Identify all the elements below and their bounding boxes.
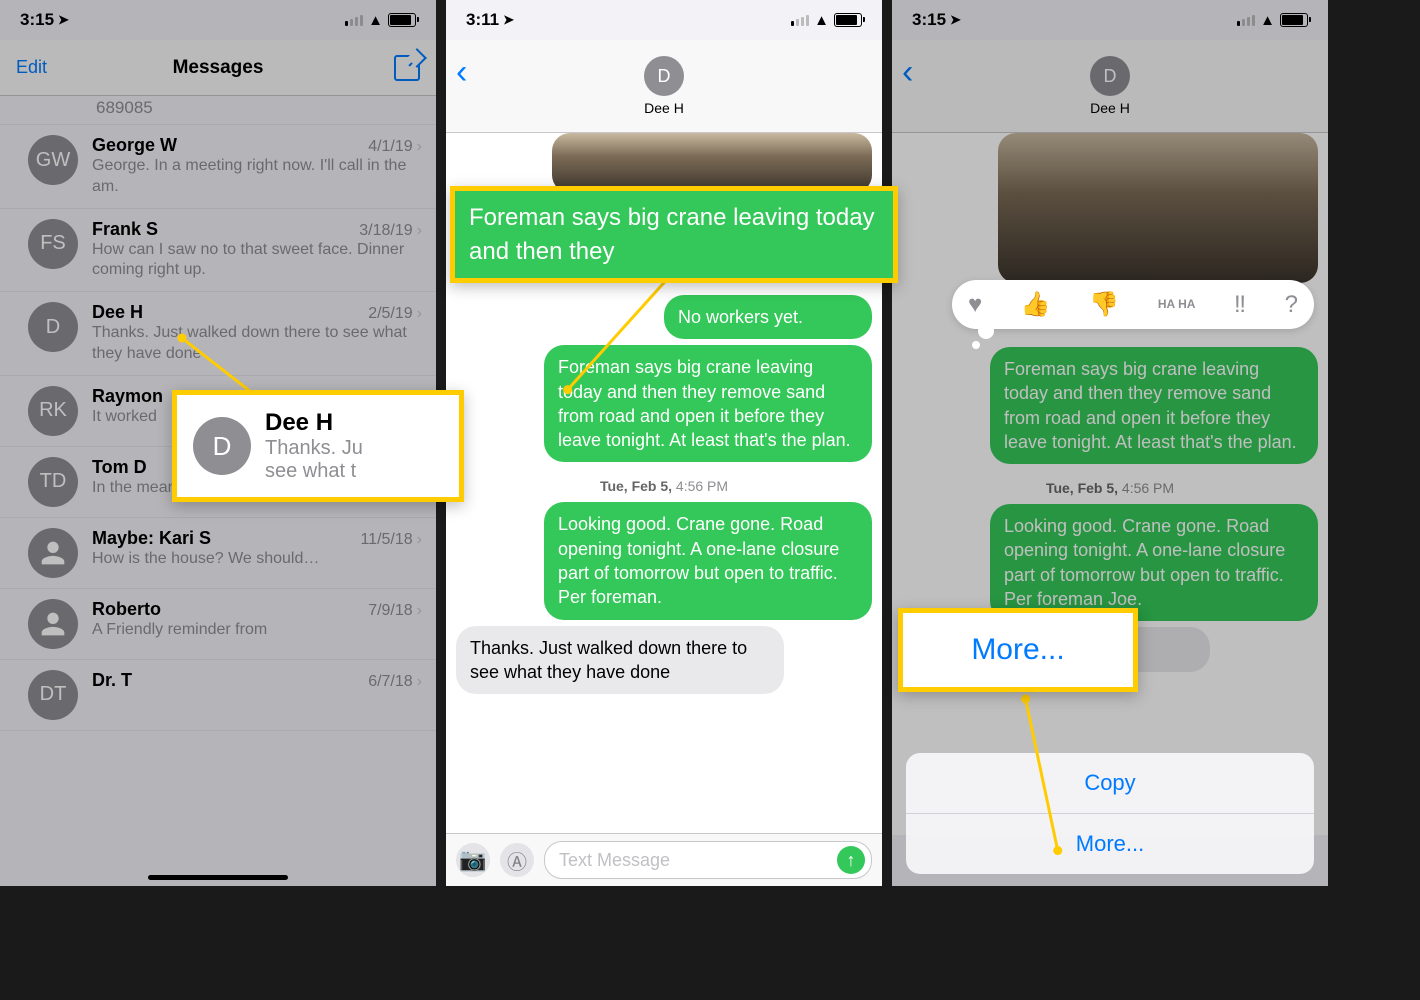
chevron-right-icon: › [417, 222, 422, 240]
chevron-right-icon: › [417, 673, 422, 691]
contact-name[interactable]: Dee H [644, 100, 684, 116]
avatar: D [28, 302, 78, 352]
messages-header: Edit Messages [0, 40, 436, 96]
message-preview: How is the house? We should… [92, 549, 422, 570]
contact-avatar[interactable]: D [644, 56, 684, 96]
status-bar: 3:15➤ ▲ [892, 0, 1328, 40]
contact-name: Frank S [92, 219, 359, 240]
camera-button[interactable]: 📷 [456, 843, 490, 877]
callout-more-button: More... [898, 608, 1138, 692]
contact-name: Maybe: Kari S [92, 528, 360, 549]
status-bar: 3:15➤ ▲ [0, 0, 436, 40]
chevron-right-icon: › [417, 602, 422, 620]
sent-message[interactable]: No workers yet. [664, 295, 872, 339]
avatar: DT [28, 670, 78, 720]
avatar: RK [28, 386, 78, 436]
sent-photo[interactable] [998, 133, 1318, 283]
edit-button[interactable]: Edit [16, 57, 47, 78]
conversation-row[interactable]: DT Dr. T6/7/18 › [0, 660, 436, 731]
avatar: TD [28, 457, 78, 507]
react-heart[interactable]: ♥ [968, 291, 982, 319]
battery-icon [834, 13, 862, 27]
avatar [28, 599, 78, 649]
received-message[interactable]: Thanks. Just walked down there to see wh… [456, 626, 784, 695]
signal-icon [1237, 15, 1255, 26]
compose-button[interactable] [394, 55, 420, 81]
chevron-right-icon: › [417, 531, 422, 549]
react-exclaim[interactable]: ‼ [1234, 291, 1246, 319]
conversation-row[interactable]: Maybe: Kari S11/5/18 ›How is the house? W… [0, 518, 436, 589]
react-thumbs-down[interactable]: 👎 [1089, 290, 1119, 319]
action-copy[interactable]: Copy [906, 753, 1314, 813]
chevron-right-icon: › [417, 305, 422, 323]
avatar: FS [28, 219, 78, 269]
contact-name: Dee H [92, 302, 368, 323]
status-bar: 3:11➤ ▲ [446, 0, 882, 40]
conversation-row[interactable]: FS Frank S3/18/19 ›How can I saw no to tha… [0, 209, 436, 293]
location-icon: ➤ [58, 12, 69, 28]
conversation-header: ‹ D Dee H [446, 40, 882, 133]
conversation-row[interactable]: GW George W4/1/19 ›George. In a meeting ri… [0, 125, 436, 209]
contact-avatar[interactable]: D [1090, 56, 1130, 96]
message-preview: A Friendly reminder from [92, 620, 422, 641]
sent-photo[interactable] [552, 133, 872, 193]
react-question[interactable]: ? [1285, 291, 1298, 319]
camera-icon: 📷 [459, 847, 486, 873]
message-preview: How can I saw no to that sweet face. Din… [92, 240, 422, 282]
avatar [28, 528, 78, 578]
action-more[interactable]: More... [906, 813, 1314, 874]
wifi-icon: ▲ [1260, 12, 1275, 29]
callout-selected-bubble: Foreman says big crane leaving today and… [450, 186, 898, 283]
contact-name: George W [92, 135, 368, 156]
message-date: 7/9/18 [368, 602, 412, 620]
message-preview: George. In a meeting right now. I'll cal… [92, 156, 422, 198]
message-preview: Thanks. Just walked down there to see wh… [92, 323, 422, 365]
message-date: 6/7/18 [368, 673, 412, 691]
arrow-up-icon: ↑ [847, 850, 856, 871]
home-indicator[interactable] [148, 875, 288, 880]
location-icon: ➤ [950, 12, 961, 28]
message-date: 3/18/19 [359, 222, 412, 240]
avatar: GW [28, 135, 78, 185]
reaction-bar: ♥ 👍 👎 HA HA ‼ ? [952, 280, 1314, 329]
signal-icon [791, 15, 809, 26]
message-date: 11/5/18 [360, 531, 412, 549]
contact-name: Dr. T [92, 670, 368, 691]
contact-name[interactable]: Dee H [1090, 100, 1130, 116]
sent-message[interactable]: Looking good. Crane gone. Road opening t… [544, 502, 872, 619]
sent-message[interactable]: Looking good. Crane gone. Road opening t… [990, 504, 1318, 621]
conversation-row[interactable]: D Dee H2/5/19 ›Thanks. Just walked down th… [0, 292, 436, 376]
message-input[interactable]: Text Message ↑ [544, 841, 872, 879]
action-sheet: Copy More... [906, 745, 1314, 874]
app-store-button[interactable]: Ⓐ [500, 843, 534, 877]
conversation-header: ‹ D Dee H [892, 40, 1328, 133]
sent-message-selected[interactable]: Foreman says big crane leaving today and… [990, 347, 1318, 464]
battery-icon [1280, 13, 1308, 27]
send-button[interactable]: ↑ [837, 846, 865, 874]
page-title: Messages [0, 57, 436, 79]
message-input-bar: 📷 Ⓐ Text Message ↑ [446, 833, 882, 886]
signal-icon [345, 15, 363, 26]
avatar: D [193, 417, 251, 475]
partial-row: 689085 [0, 96, 436, 125]
wifi-icon: ▲ [368, 12, 383, 29]
timestamp: Tue, Feb 5, 4:56 PM [902, 480, 1318, 496]
timestamp: Tue, Feb 5, 4:56 PM [456, 478, 872, 494]
battery-icon [388, 13, 416, 27]
react-thumbs-up[interactable]: 👍 [1021, 290, 1051, 319]
conversation-row[interactable]: Roberto7/9/18 ›A Friendly reminder from [0, 589, 436, 660]
message-date: 4/1/19 [368, 138, 412, 156]
chevron-right-icon: › [417, 138, 422, 156]
message-date: 2/5/19 [368, 305, 412, 323]
wifi-icon: ▲ [814, 12, 829, 29]
app-store-icon: Ⓐ [507, 846, 527, 875]
callout-conversation-row: D Dee H Thanks. Ju see what t [172, 390, 464, 502]
location-icon: ➤ [503, 12, 514, 28]
contact-name: Roberto [92, 599, 368, 620]
react-haha[interactable]: HA HA [1158, 299, 1196, 310]
